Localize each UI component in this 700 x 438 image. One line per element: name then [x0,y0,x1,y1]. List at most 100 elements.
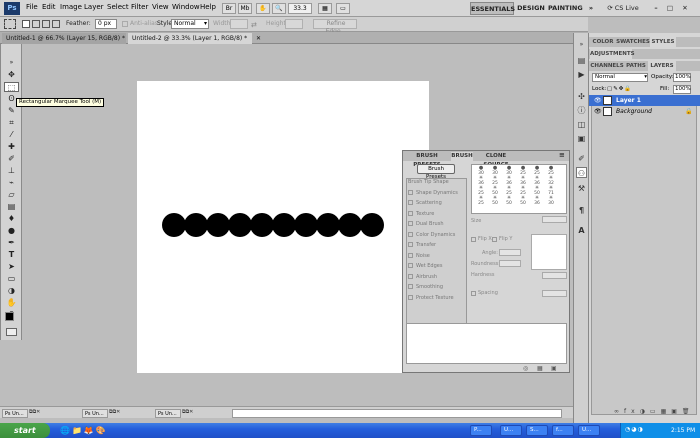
panel-menu-icon[interactable]: ≡ [559,151,565,159]
brush-option-item[interactable]: Wet Edges [408,263,442,272]
taskbar-button[interactable]: f... [552,425,574,436]
brush-option-item[interactable]: Brush Tip Shape [408,179,449,188]
quick-mask-icon[interactable] [6,328,17,336]
option-checkbox[interactable] [408,221,413,226]
brush-tip-cell[interactable]: ✳ 50 [488,196,502,207]
tab-clone-source[interactable]: CLONE SOURCE [474,152,518,168]
spacing-checkbox[interactable] [471,291,476,296]
antialias-checkbox[interactable] [122,21,128,27]
foreground-color-swatch[interactable] [5,312,14,321]
tab-untitled-1[interactable]: Untitled-1 @ 66.7% (Layer 15, RGB/8) * [2,33,126,44]
menu-image[interactable]: Image [60,3,82,11]
3d-rotate-tool-icon[interactable]: ◑ [4,286,19,296]
blur-tool-icon[interactable]: ♦ [4,214,19,224]
horizontal-scrollbar[interactable] [232,409,562,418]
grid-view-icon[interactable]: ▦ [537,365,543,372]
paragraph-panel-icon[interactable]: ¶ [576,205,587,216]
cs-live-button[interactable]: ⟳ CS Live [603,2,643,15]
tab-brush[interactable]: BRUSH [451,152,473,161]
rectangular-marquee-tool-icon[interactable]: ⬚ [4,82,19,92]
zoom-tool-button[interactable]: 🔍 [272,3,286,14]
move-tool-icon[interactable]: ✥ [4,70,19,80]
notes-panel-icon[interactable]: ▣ [576,133,587,144]
expand-dock-icon[interactable]: » [576,39,587,50]
brush-tip-grid[interactable]: ● 30 ● 30 ● 30 ● 25 ● 25 ● 25 ✳ 36 ✳ 25 ✳ 36 ✳ 36 ✳ 36 ✳ 32 ✳ 25 ✳… [471,164,567,214]
type-tool-icon[interactable]: T [4,250,19,260]
style-select[interactable]: Normal ▾ [171,19,209,29]
roundness-input[interactable] [499,260,521,267]
taskbar-button[interactable]: U... [500,425,522,436]
menu-view[interactable]: View [152,3,169,11]
option-checkbox[interactable] [408,294,413,300]
eraser-tool-icon[interactable]: ▱ [4,190,19,200]
brush-option-item[interactable]: Transfer [408,242,436,251]
maximize-window-icon[interactable]: □ [664,2,676,15]
option-checkbox[interactable] [408,200,413,205]
brush-tip-cell[interactable]: ✳ 30 [544,196,558,207]
layer-row-layer-1[interactable]: 👁 Layer 1 [589,95,700,106]
close-tab-icon[interactable]: ✕ [254,33,264,44]
tab-untitled-2[interactable]: Untitled-2 @ 33.3% (Layer 1, RGB/8) * [128,33,252,44]
tab-channels[interactable]: CHANNELS [590,61,624,71]
brush-option-item[interactable]: Dual Brush [408,221,444,230]
height-input[interactable] [285,19,303,29]
actions-panel-icon[interactable]: ▶ [576,69,587,80]
mini-bridge-button[interactable]: Mb [238,3,252,14]
arrange-documents-button[interactable]: ▦ [318,3,332,14]
tab-adjustments[interactable]: ADJUSTMENTS [590,49,635,59]
blend-mode-select[interactable]: Normal ▾ [592,73,648,82]
history-brush-tool-icon[interactable]: ⌁ [4,178,19,188]
layers-footer-icons[interactable]: ∞fx◑▭▦▣🗑 [614,408,695,415]
lock-options-icon[interactable]: ▢✎✥🔒 [607,86,632,92]
subtract-selection-icon[interactable] [42,20,50,28]
start-button[interactable]: start [0,423,50,438]
menu-select[interactable]: Select [107,3,129,11]
option-checkbox[interactable] [408,242,413,247]
zoom-level[interactable]: 33.3 [288,3,312,14]
launch-bridge-button[interactable]: Br [222,3,236,14]
tab-layers[interactable]: LAYERS [648,61,676,71]
hardness-input[interactable] [542,272,567,279]
flip-y-checkbox[interactable] [492,237,497,242]
brush-tip-cell[interactable]: ✳ 50 [516,196,530,207]
quick-selection-tool-icon[interactable]: ✎ [4,106,19,116]
brush-option-item[interactable]: Noise [408,252,430,262]
menu-edit[interactable]: Edit [42,3,56,11]
window-controls-icon[interactable]: ⧉⧉✕ [182,409,193,415]
minimized-document[interactable]: Ps Un... [82,409,108,418]
layer-row-background[interactable]: 👁 Background 🔒 [589,106,700,117]
brush-option-item[interactable]: Smoothing [408,284,443,293]
menu-layer[interactable]: Layer [84,3,104,11]
close-window-icon[interactable]: ✕ [678,2,692,15]
screen-mode-button[interactable]: ▭ [336,3,350,14]
visibility-eye-icon[interactable]: 👁 [594,95,602,106]
flip-x-checkbox[interactable] [471,237,476,242]
tab-color[interactable]: COLOR [590,37,616,47]
brush-panel-icon[interactable]: ✐ [576,153,587,164]
clone-stamp-tool-icon[interactable]: ⊥ [4,166,19,176]
collapse-tools-icon[interactable]: » [4,58,19,68]
angle-input[interactable] [499,249,521,256]
history-panel-icon[interactable]: ▤ [576,55,587,66]
menu-file[interactable]: File [26,3,38,11]
option-checkbox[interactable] [408,189,413,195]
tray-icons[interactable]: ◔◕◑ [625,426,644,433]
path-selection-tool-icon[interactable]: ➤ [4,262,19,272]
pen-tool-icon[interactable]: ✒ [4,238,19,248]
crop-tool-icon[interactable]: ⌗ [4,118,19,128]
spacing-input[interactable] [542,290,567,297]
visibility-eye-icon[interactable]: 👁 [594,106,602,117]
taskbar-button[interactable]: U... [578,425,600,436]
brush-option-item[interactable]: Protect Texture [408,294,454,304]
create-preset-icon[interactable]: ▣ [551,365,557,372]
tab-styles[interactable]: STYLES [650,37,676,47]
new-selection-icon[interactable] [22,20,30,28]
taskbar-button[interactable]: P... [470,425,492,436]
toggle-live-tip-icon[interactable]: ◎ [523,365,528,372]
navigator-panel-icon[interactable]: ✣ [576,91,587,102]
tab-paths[interactable]: PATHS [624,61,648,71]
feather-input[interactable]: 0 px [95,19,117,29]
size-input[interactable] [542,216,567,223]
add-selection-icon[interactable] [32,20,40,28]
info-panel-icon[interactable]: ⓘ [576,105,587,116]
